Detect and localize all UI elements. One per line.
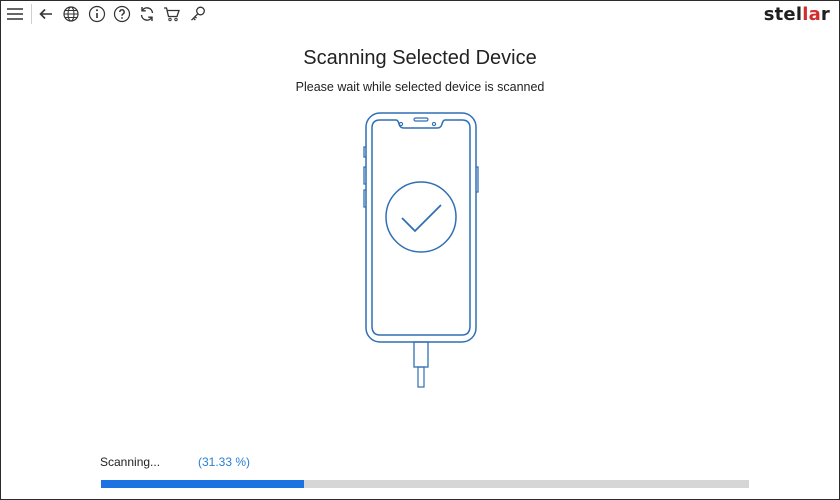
scan-progress-bar <box>101 480 749 488</box>
menu-icon[interactable] <box>5 4 25 24</box>
toolbar-divider <box>31 4 32 24</box>
scan-progress-fill <box>101 480 305 488</box>
globe-icon[interactable] <box>61 4 81 24</box>
page-title: Scanning Selected Device <box>303 47 537 69</box>
key-icon[interactable] <box>188 4 208 24</box>
scan-status-label: Scanning... <box>100 455 161 469</box>
toolbar: stellar <box>1 1 839 27</box>
phone-checkmark-illustration <box>362 112 480 395</box>
scan-percent-label: (31.33 %) <box>198 455 251 469</box>
page-subtitle: Please wait while selected device is sca… <box>295 80 545 94</box>
stellar-logo: stellar <box>763 4 830 25</box>
back-arrow-icon[interactable] <box>36 4 56 24</box>
refresh-icon[interactable] <box>137 4 157 24</box>
logo-accent: la <box>802 4 821 25</box>
cart-icon[interactable] <box>162 4 182 24</box>
help-icon[interactable] <box>112 4 132 24</box>
info-icon[interactable] <box>87 4 107 24</box>
app-window: stellar Scanning Selected Device Please … <box>0 0 840 500</box>
